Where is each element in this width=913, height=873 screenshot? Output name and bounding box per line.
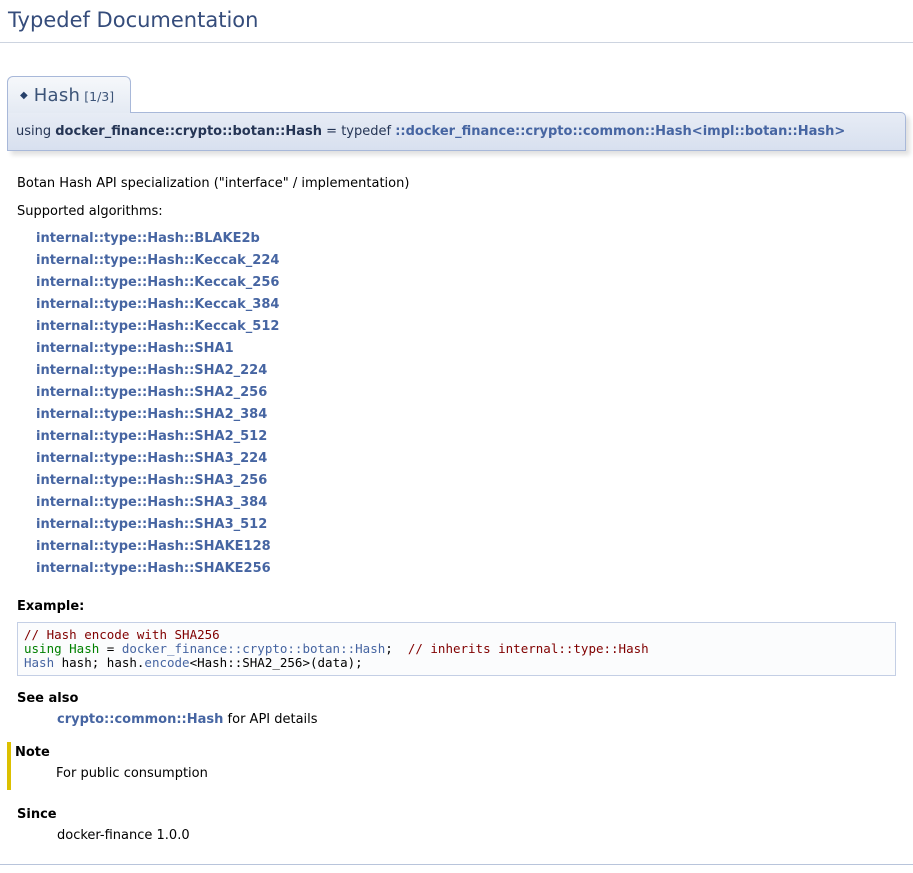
- decl-keyword: using: [16, 124, 55, 139]
- code-token: hash; hash.: [54, 655, 144, 670]
- algorithms-label: Supported algorithms:: [17, 204, 896, 219]
- member-doc: Botan Hash API specialization ("interfac…: [7, 176, 906, 843]
- brief-description: Botan Hash API specialization ("interfac…: [17, 176, 896, 191]
- code-token: =: [99, 641, 122, 656]
- note-section: Note For public consumption: [7, 742, 896, 790]
- algorithm-line: internal::type::Hash::SHA3_512: [36, 514, 896, 536]
- algorithm-line: internal::type::Hash::BLAKE2b: [36, 228, 896, 250]
- algorithm-link[interactable]: internal::type::Hash::SHA3_224: [36, 451, 267, 466]
- algorithm-link[interactable]: internal::type::Hash::SHA2_384: [36, 407, 267, 422]
- algorithm-link[interactable]: internal::type::Hash::SHAKE128: [36, 539, 271, 554]
- algorithm-link[interactable]: internal::type::Hash::SHA2_512: [36, 429, 267, 444]
- algorithm-link[interactable]: internal::type::Hash::Keccak_512: [36, 319, 279, 334]
- algorithm-link[interactable]: internal::type::Hash::SHA3_384: [36, 495, 267, 510]
- code-link[interactable]: Hash: [24, 655, 54, 670]
- algorithm-link[interactable]: internal::type::Hash::BLAKE2b: [36, 231, 260, 246]
- see-also-suffix: for API details: [223, 712, 317, 727]
- algorithm-line: internal::type::Hash::SHA2_224: [36, 360, 896, 382]
- footer-divider: [0, 864, 913, 865]
- page-title: Typedef Documentation: [0, 0, 913, 42]
- algorithm-line: internal::type::Hash::SHA3_384: [36, 492, 896, 514]
- permalink-icon[interactable]: ◆: [20, 90, 28, 101]
- algorithm-link[interactable]: internal::type::Hash::SHAKE256: [36, 561, 271, 576]
- decl-equals: = typedef: [322, 124, 395, 139]
- member-item: ◆Hash[1/3] using docker_finance::crypto:…: [7, 76, 906, 843]
- algorithm-line: internal::type::Hash::SHA1: [36, 338, 896, 360]
- code-token: Hash: [69, 641, 99, 656]
- algorithm-line: internal::type::Hash::SHA2_384: [36, 404, 896, 426]
- since-label: Since: [17, 807, 896, 822]
- member-tab: ◆ Hash[1/3]: [7, 76, 131, 113]
- contents: ◆Hash[1/3] using docker_finance::crypto:…: [7, 76, 906, 843]
- see-also-content: crypto::common::Hash for API details: [57, 712, 896, 727]
- code-token: ;: [385, 641, 408, 656]
- example-label: Example:: [17, 599, 896, 614]
- algorithm-line: internal::type::Hash::Keccak_256: [36, 272, 896, 294]
- see-also-link[interactable]: crypto::common::Hash: [57, 712, 223, 727]
- algorithm-link[interactable]: internal::type::Hash::SHA3_512: [36, 517, 267, 532]
- code-line: Hash hash; hash.encode<Hash::SHA2_256>(d…: [24, 656, 889, 670]
- see-also-section: See also crypto::common::Hash for API de…: [17, 691, 896, 727]
- algorithm-link[interactable]: internal::type::Hash::Keccak_256: [36, 275, 279, 290]
- code-fragment: // Hash encode with SHA256using Hash = d…: [17, 622, 896, 676]
- note-text: For public consumption: [56, 766, 896, 781]
- algorithm-link[interactable]: internal::type::Hash::SHA3_256: [36, 473, 267, 488]
- see-also-label: See also: [17, 691, 896, 706]
- algorithm-list: internal::type::Hash::BLAKE2binternal::t…: [36, 228, 896, 580]
- algorithm-line: internal::type::Hash::SHAKE256: [36, 558, 896, 580]
- note-label: Note: [15, 745, 896, 760]
- algorithm-line: internal::type::Hash::SHA3_256: [36, 470, 896, 492]
- code-token: using: [24, 641, 69, 656]
- algorithm-link[interactable]: internal::type::Hash::Keccak_224: [36, 253, 279, 268]
- member-prototype: using docker_finance::crypto::botan::Has…: [7, 112, 906, 151]
- algorithm-line: internal::type::Hash::Keccak_384: [36, 294, 896, 316]
- algorithm-line: internal::type::Hash::SHA2_512: [36, 426, 896, 448]
- code-token: // inherits internal::type::Hash: [408, 641, 649, 656]
- algorithm-line: internal::type::Hash::SHA2_256: [36, 382, 896, 404]
- algorithm-line: internal::type::Hash::SHA3_224: [36, 448, 896, 470]
- algorithm-line: internal::type::Hash::Keccak_224: [36, 250, 896, 272]
- since-section: Since docker-finance 1.0.0: [17, 807, 896, 843]
- section-header: Typedef Documentation: [0, 0, 913, 43]
- member-overload-count: [1/3]: [84, 89, 114, 104]
- algorithm-line: internal::type::Hash::SHAKE128: [36, 536, 896, 558]
- decl-name: docker_finance::crypto::botan::Hash: [55, 124, 322, 139]
- code-token: <Hash::SHA2_256>(data);: [190, 655, 363, 670]
- algorithm-link[interactable]: internal::type::Hash::SHA2_256: [36, 385, 267, 400]
- code-token: // Hash encode with SHA256: [24, 627, 220, 642]
- algorithm-line: internal::type::Hash::Keccak_512: [36, 316, 896, 338]
- since-text: docker-finance 1.0.0: [57, 828, 896, 843]
- decl-target-link[interactable]: ::docker_finance::crypto::common::Hash<i…: [395, 124, 845, 139]
- algorithm-link[interactable]: internal::type::Hash::Keccak_384: [36, 297, 279, 312]
- algorithm-link[interactable]: internal::type::Hash::SHA1: [36, 341, 234, 356]
- code-line: using Hash = docker_finance::crypto::bot…: [24, 642, 889, 656]
- code-link[interactable]: docker_finance::crypto::botan::Hash: [122, 641, 385, 656]
- algorithm-link[interactable]: internal::type::Hash::SHA2_224: [36, 363, 267, 378]
- code-line: // Hash encode with SHA256: [24, 628, 889, 642]
- code-link[interactable]: encode: [144, 655, 189, 670]
- member-name: Hash: [34, 85, 81, 106]
